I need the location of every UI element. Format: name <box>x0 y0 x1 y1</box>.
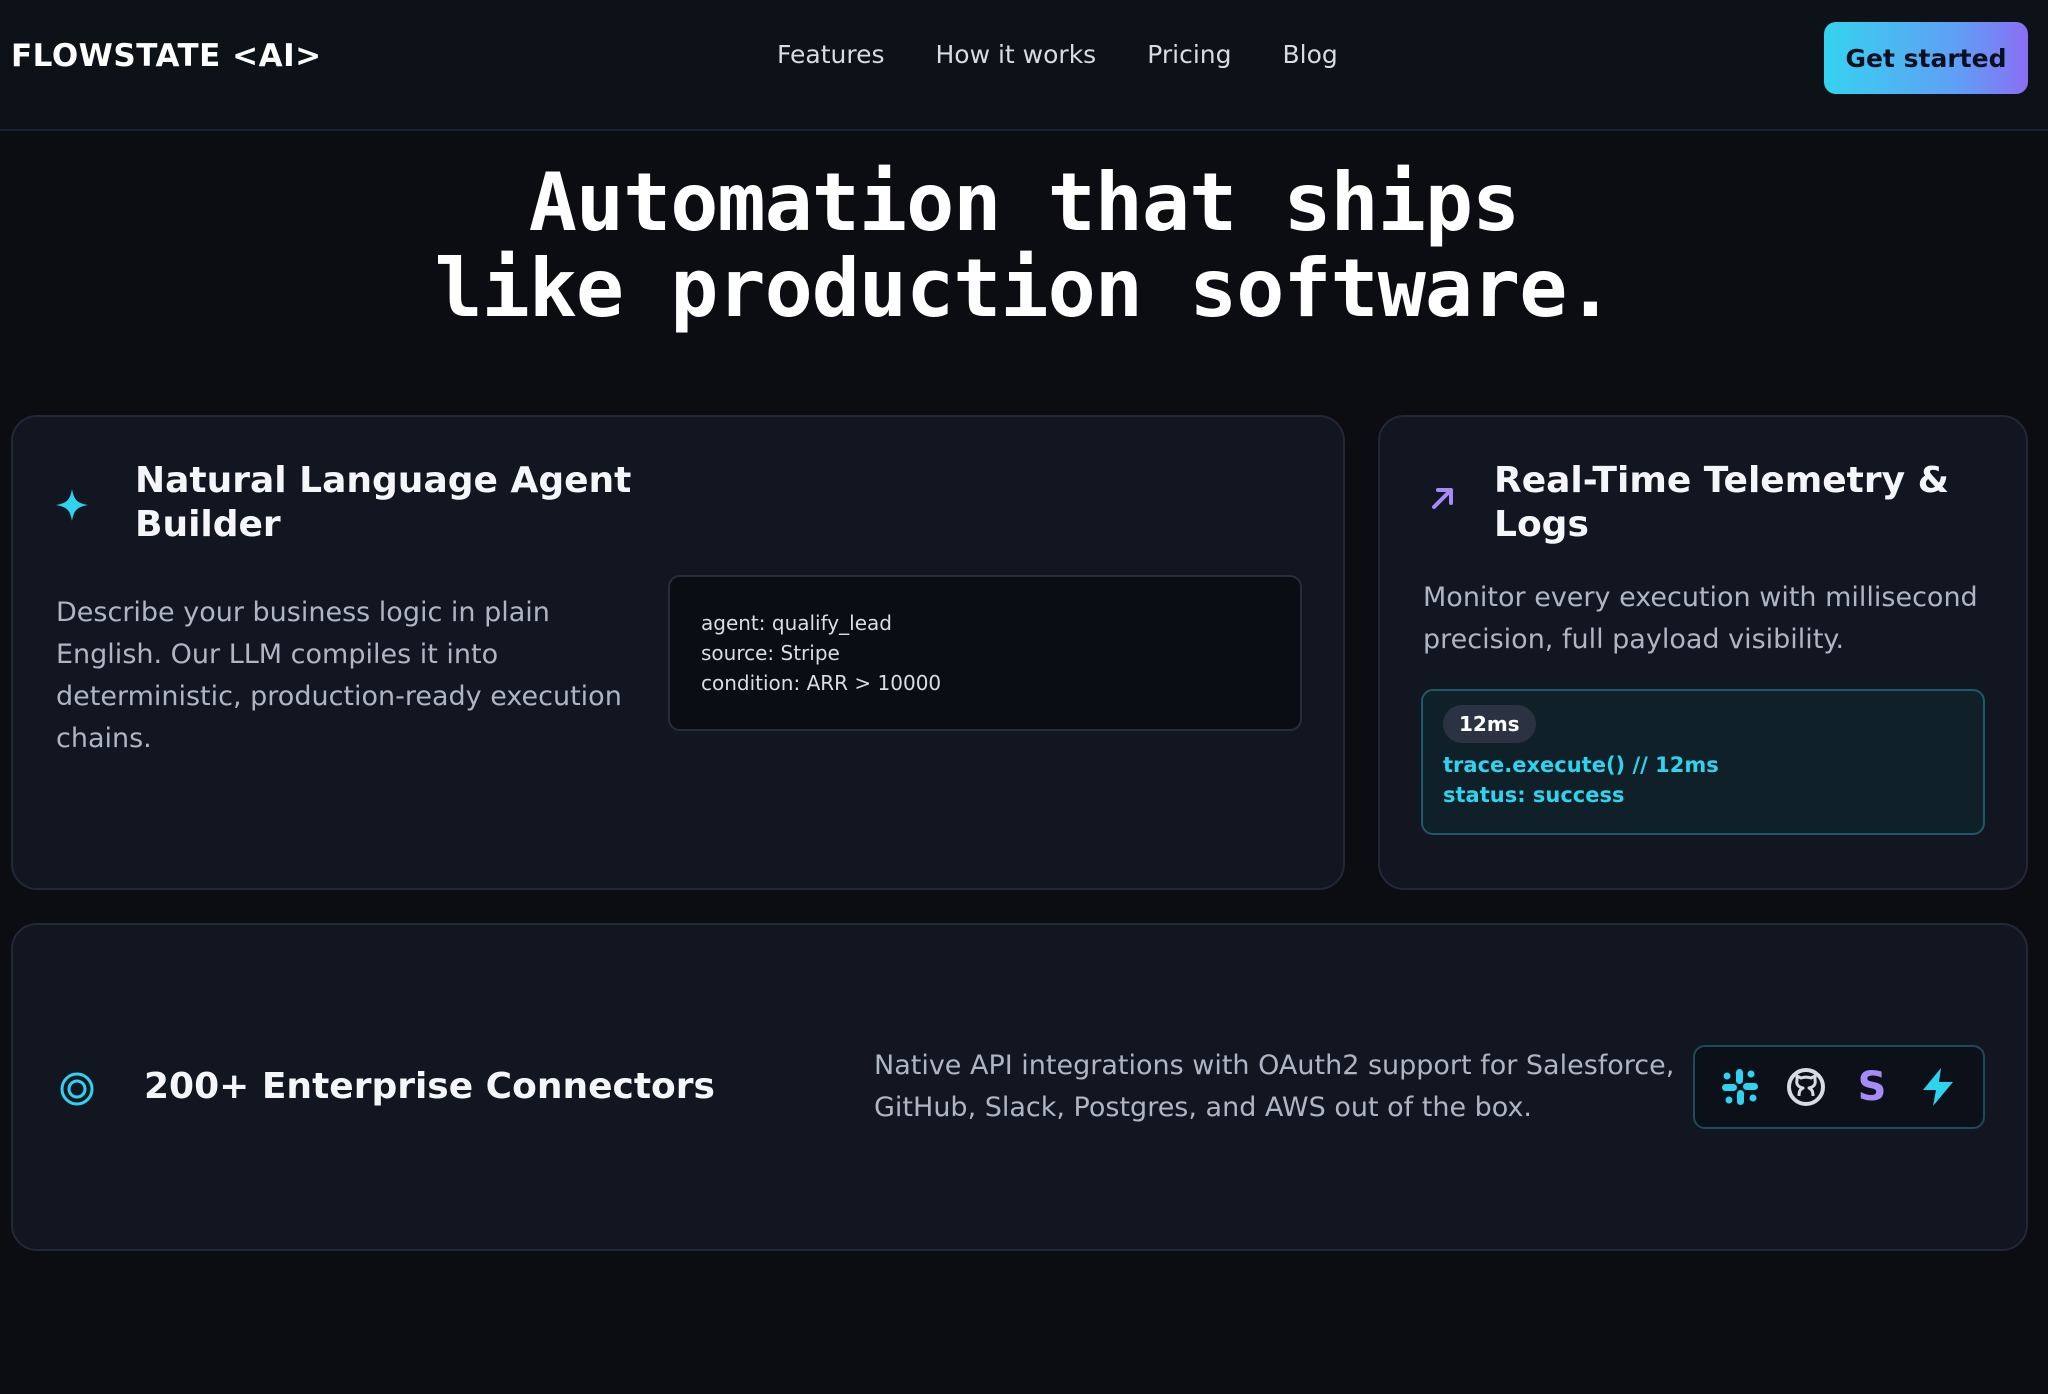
target-icon <box>59 1071 95 1111</box>
code-line: source: Stripe <box>701 641 840 665</box>
get-started-button[interactable]: Get started <box>1824 22 2028 94</box>
integration-logos: S <box>1693 1045 1985 1129</box>
description-line: GitHub, Slack, Postgres, and AWS out of … <box>874 1092 1533 1123</box>
hero-line-1: Automation that ships <box>528 156 1520 249</box>
nav-link-blog[interactable]: Blog <box>1282 40 1337 69</box>
svg-text:S: S <box>1858 1066 1887 1108</box>
connectors-description: Native API integrations with OAuth2 supp… <box>874 1045 1674 1129</box>
bolt-icon[interactable] <box>1917 1066 1959 1108</box>
description-line: precision, full payload visibility. <box>1423 624 1845 655</box>
sparkle-icon <box>54 487 90 527</box>
telemetry-description: Monitor every execution with millisecond… <box>1423 577 1978 661</box>
telemetry-title-line-2: Logs <box>1494 504 1589 545</box>
connectors-card: 200+ Enterprise Connectors Native API in… <box>11 923 2028 1251</box>
top-nav: FLOWSTATE <AI> Features How it works Pri… <box>0 0 2048 131</box>
agent-builder-title-line-1: Natural Language Agent <box>135 460 632 501</box>
telemetry-card: Real-Time Telemetry & Logs Monitor every… <box>1378 415 2028 890</box>
latency-badge: 12ms <box>1443 705 1536 743</box>
agent-builder-card: Natural Language Agent Builder Describe … <box>11 415 1345 890</box>
description-line: Monitor every execution with millisecond <box>1423 582 1978 613</box>
hero-line-2: like production software. <box>434 242 1614 335</box>
trace-line: trace.execute() // 12ms <box>1443 753 1719 777</box>
nav-link-how-it-works[interactable]: How it works <box>936 40 1097 69</box>
description-line: English. Our LLM compiles it into <box>56 639 499 670</box>
description-line: Describe your business logic in plain <box>56 597 550 628</box>
status-line: status: success <box>1443 783 1625 807</box>
telemetry-title: Real-Time Telemetry & Logs <box>1494 459 1949 547</box>
agent-builder-title-line-2: Builder <box>135 504 281 545</box>
agent-builder-title: Natural Language Agent Builder <box>135 459 631 547</box>
description-line: deterministic, production-ready executio… <box>56 681 622 712</box>
arrow-up-right-icon <box>1428 483 1458 517</box>
code-line: agent: qualify_lead <box>701 611 892 635</box>
hero-heading: Automation that ships like production so… <box>0 160 2048 332</box>
telemetry-title-line-1: Real-Time Telemetry & <box>1494 460 1950 501</box>
stripe-icon[interactable]: S <box>1851 1066 1893 1108</box>
agent-builder-description: Describe your business logic in plain En… <box>56 592 622 760</box>
agent-code-snippet: agent: qualify_lead source: Stripe condi… <box>668 575 1302 731</box>
description-line: chains. <box>56 723 152 754</box>
description-line: Native API integrations with OAuth2 supp… <box>874 1050 1675 1081</box>
nav-links: Features How it works Pricing Blog <box>777 40 1338 69</box>
code-line: condition: ARR > 10000 <box>701 671 942 695</box>
slack-icon[interactable] <box>1719 1066 1761 1108</box>
telemetry-trace-box: 12ms trace.execute() // 12ms status: suc… <box>1421 689 1985 835</box>
brand-logo[interactable]: FLOWSTATE <AI> <box>11 38 322 74</box>
connectors-title: 200+ Enterprise Connectors <box>144 1066 715 1107</box>
nav-link-features[interactable]: Features <box>777 40 885 69</box>
nav-link-pricing[interactable]: Pricing <box>1147 40 1231 69</box>
github-icon[interactable] <box>1785 1066 1827 1108</box>
